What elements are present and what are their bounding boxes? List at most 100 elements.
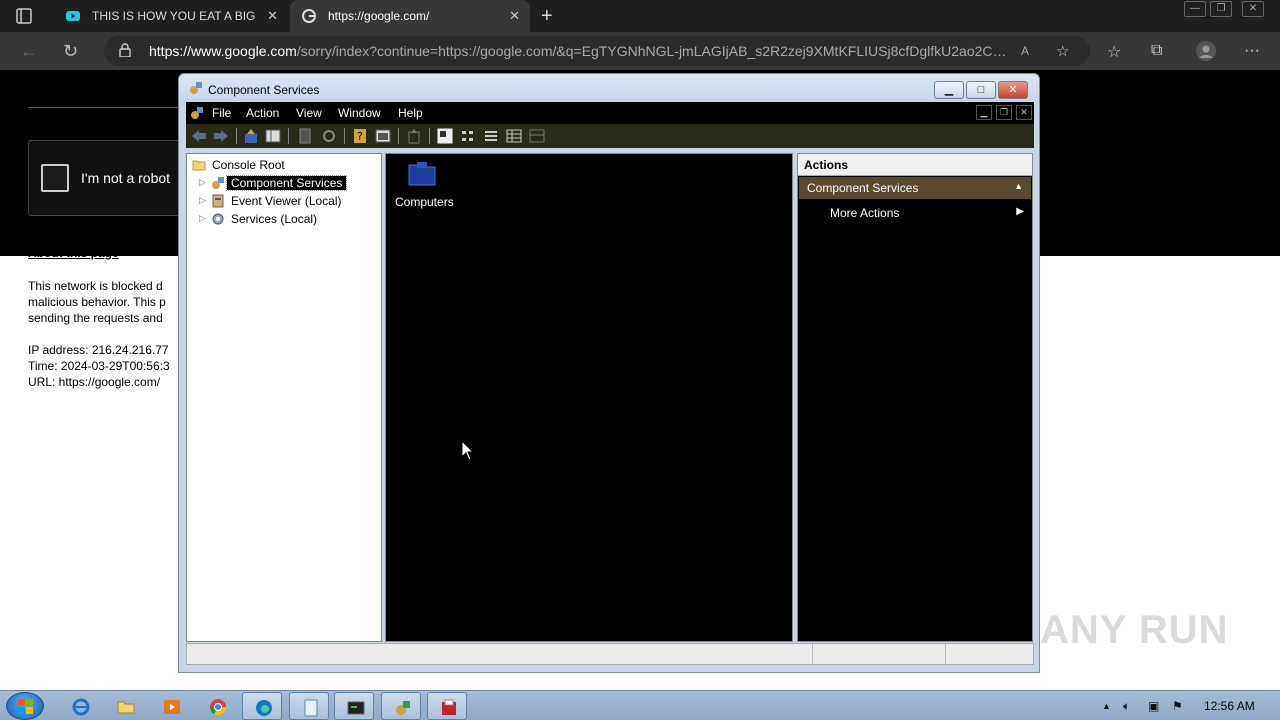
computers-folder-icon[interactable]: [408, 162, 436, 186]
component-services-icon: [190, 82, 202, 94]
collapse-up-icon[interactable]: ▲: [1014, 181, 1023, 191]
notepad-icon: [304, 699, 318, 717]
internet-explorer-icon: [72, 698, 90, 716]
up-level-icon[interactable]: [243, 128, 259, 144]
taskbar: ▲ 🔈︎ ▣ ⚑ 12:56 AM: [0, 690, 1280, 720]
expand-icon[interactable]: ▷: [199, 195, 206, 206]
network-icon[interactable]: ▣: [1148, 699, 1159, 713]
back-arrow-icon[interactable]: [191, 128, 207, 144]
new-tab-icon[interactable]: +: [541, 5, 553, 28]
taskbar-terminal[interactable]: [334, 692, 374, 720]
add-favorite-icon[interactable]: ☆: [1056, 42, 1069, 60]
tab-close-icon[interactable]: ✕: [267, 8, 278, 24]
expand-icon[interactable]: ▷: [199, 177, 206, 188]
recaptcha-checkbox[interactable]: [41, 164, 69, 192]
small-icons-view-icon[interactable]: [460, 128, 476, 144]
show-hide-tree-icon[interactable]: [265, 128, 281, 144]
properties-icon[interactable]: [297, 128, 313, 144]
profile-avatar-icon[interactable]: [1196, 41, 1216, 61]
child-minimize-icon[interactable]: ▁: [976, 105, 992, 120]
restore-window-icon[interactable]: ❐: [1210, 1, 1232, 17]
show-hidden-icons-icon[interactable]: ▲: [1102, 701, 1111, 711]
volume-icon[interactable]: 🔈︎: [1123, 699, 1130, 714]
mouse-cursor-icon: [461, 440, 475, 461]
menu-file[interactable]: File: [212, 106, 231, 120]
console-view-icon[interactable]: [375, 128, 391, 144]
expand-icon[interactable]: ▷: [199, 213, 206, 224]
ip-address-line: IP address: 216.24.216.77: [28, 343, 169, 357]
url-line: URL: https://google.com/: [28, 375, 161, 389]
help-icon[interactable]: ?: [352, 128, 368, 144]
maximize-button[interactable]: □: [966, 81, 996, 99]
minimize-window-icon[interactable]: —: [1184, 1, 1206, 17]
component-services-icon: [396, 701, 410, 715]
blocked-text-line: This network is blocked d: [28, 279, 163, 293]
menu-view[interactable]: View: [296, 106, 322, 120]
taskbar-edge[interactable]: [242, 692, 282, 720]
collections-icon[interactable]: ⧉: [1151, 42, 1162, 60]
refresh-list-icon[interactable]: [321, 128, 337, 144]
browser-tab-youtube[interactable]: THIS IS HOW YOU EAT A BIG MAC ✕: [54, 0, 288, 32]
list-view-icon[interactable]: [483, 128, 499, 144]
export-list-icon[interactable]: [406, 128, 422, 144]
status-bar: [186, 643, 1034, 665]
menu-action[interactable]: Action: [246, 106, 279, 120]
close-window-icon[interactable]: ✕: [1242, 1, 1264, 17]
child-restore-icon[interactable]: ❐: [996, 105, 1012, 120]
taskbar-notepad[interactable]: [289, 692, 329, 720]
read-aloud-icon[interactable]: A: [1021, 44, 1029, 58]
system-clock[interactable]: 12:56 AM: [1204, 699, 1255, 713]
menu-help[interactable]: Help: [398, 106, 423, 120]
window-title-bar[interactable]: Component Services ▁ □ ✕: [179, 74, 1039, 102]
back-icon[interactable]: ←: [20, 41, 38, 62]
address-bar[interactable]: https://www.google.com/sorry/index?conti…: [104, 36, 1090, 66]
browser-toolbar: ← ↻ https://www.google.com/sorry/index?c…: [0, 32, 1280, 70]
tree-item-label: Console Root: [212, 158, 285, 172]
status-divider: [812, 644, 813, 664]
action-center-flag-icon[interactable]: ⚑: [1172, 699, 1183, 713]
start-button[interactable]: [6, 692, 44, 720]
browser-tab-bar: THIS IS HOW YOU EAT A BIG MAC ✕ https://…: [0, 0, 1280, 32]
tab-actions-icon[interactable]: [16, 8, 32, 24]
url-domain: https://www.google.com: [149, 43, 297, 59]
detail-view-icon[interactable]: [506, 128, 522, 144]
google-icon: [302, 9, 316, 23]
close-button[interactable]: ✕: [998, 81, 1028, 99]
tab-title: THIS IS HOW YOU EAT A BIG MAC: [92, 9, 257, 23]
url-text[interactable]: https://www.google.com/sorry/index?conti…: [149, 43, 1011, 59]
actions-header: Actions: [798, 154, 1032, 176]
result-pane: Computers: [385, 153, 793, 642]
folder-icon: [192, 160, 206, 171]
more-actions-item[interactable]: More Actions: [830, 206, 899, 220]
refresh-icon[interactable]: ↻: [63, 41, 78, 62]
child-close-icon[interactable]: ✕: [1016, 105, 1032, 120]
actions-section-header[interactable]: Component Services ▲: [799, 177, 1031, 199]
browser-tab-google[interactable]: https://google.com/ ✕: [290, 0, 530, 32]
filter-view-icon[interactable]: [529, 128, 545, 144]
tree-item-label: Event Viewer (Local): [231, 194, 342, 208]
tree-item-label: Component Services: [225, 175, 348, 191]
lock-icon[interactable]: [119, 43, 131, 57]
tree-item-component-services[interactable]: ▷ Component Services: [187, 174, 381, 192]
large-icons-view-icon[interactable]: [437, 128, 453, 144]
taskbar-chrome[interactable]: [197, 692, 237, 720]
forward-arrow-icon[interactable]: [213, 128, 229, 144]
taskbar-internet-explorer[interactable]: [60, 692, 100, 720]
submenu-arrow-icon[interactable]: ▶: [1016, 206, 1024, 217]
computers-label[interactable]: Computers: [395, 195, 454, 209]
taskbar-media-player[interactable]: [151, 692, 191, 720]
about-heading[interactable]: About this page: [28, 246, 119, 260]
tab-close-icon[interactable]: ✕: [509, 8, 520, 24]
youtube-icon: [66, 11, 80, 21]
taskbar-pdf[interactable]: [427, 692, 467, 720]
more-menu-icon[interactable]: ···: [1244, 42, 1260, 60]
mmc-app-icon[interactable]: [190, 106, 204, 120]
menu-window[interactable]: Window: [338, 106, 381, 120]
taskbar-file-explorer[interactable]: [105, 692, 145, 720]
minimize-button[interactable]: ▁: [934, 81, 964, 99]
favorites-icon[interactable]: ☆: [1107, 42, 1121, 62]
recaptcha-widget[interactable]: I'm not a robot: [28, 140, 198, 216]
component-services-window: Component Services ▁ □ ✕ File Action Vie…: [178, 73, 1040, 673]
pdf-icon: [442, 699, 456, 715]
taskbar-component-services[interactable]: [381, 692, 421, 720]
